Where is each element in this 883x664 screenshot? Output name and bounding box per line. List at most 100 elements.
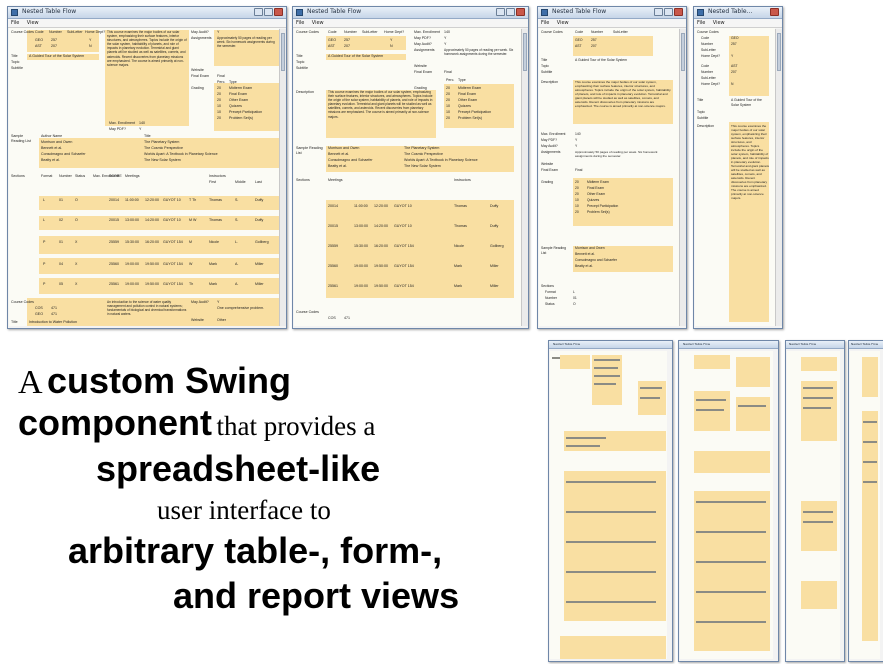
grading-perc[interactable]: 10 [575, 198, 579, 203]
window-titlebar[interactable]: Nested Table Flow [549, 341, 672, 349]
reading-author[interactable]: Beatty et al. [575, 264, 593, 269]
home-cell[interactable]: Y [390, 38, 392, 43]
section-last[interactable]: Miller [255, 282, 264, 287]
section-end[interactable]: 16:20:00 [374, 244, 388, 249]
title-cell[interactable]: A Guided Tour of the Solar System [575, 58, 627, 63]
section-first[interactable]: Thomas [454, 204, 467, 209]
max-enrollment-cell[interactable]: 140 [444, 30, 450, 35]
grading-perc[interactable]: 20 [575, 210, 579, 215]
maximize-icon[interactable] [506, 8, 515, 16]
code-cell[interactable]: COS [328, 316, 336, 321]
vertical-scrollbar[interactable] [279, 29, 286, 326]
section-middle[interactable]: A. [235, 282, 238, 287]
mini-table-thumbnail[interactable] [550, 351, 667, 659]
section-format[interactable]: P [43, 282, 45, 287]
section-first[interactable]: Thomas [209, 198, 222, 203]
menu-file[interactable]: File [541, 20, 549, 26]
section-place[interactable]: GUYOT 10 [163, 218, 181, 223]
maximize-icon[interactable] [664, 8, 673, 16]
reading-author[interactable]: Consolmagno and Schaefer [41, 152, 86, 157]
code-cell[interactable]: AST [731, 64, 738, 69]
home-cell[interactable]: Y [89, 38, 91, 43]
section-end[interactable]: 19:50:00 [374, 264, 388, 269]
section-last[interactable]: Duffy [255, 218, 263, 223]
reading-author[interactable]: Morrison and Owen [328, 146, 359, 151]
grading-type[interactable]: Problem Set(s) [587, 210, 610, 215]
reading-author[interactable]: Bennett et al. [328, 152, 349, 157]
number-cell[interactable]: 471 [51, 312, 57, 317]
section-score[interactable]: 25561 [328, 284, 338, 289]
reading-author[interactable]: Consolmagno and Schaefer [328, 158, 373, 163]
final-exam-cell[interactable]: Final [575, 168, 582, 173]
vertical-scrollbar[interactable] [679, 29, 686, 326]
assignments-cell[interactable]: Approximately 50 pages of reading per we… [217, 36, 277, 48]
window-titlebar[interactable]: Nested Table Flow [786, 341, 844, 349]
grading-perc[interactable]: 20 [446, 86, 450, 91]
reading-author[interactable]: Morrison and Owen [575, 246, 605, 251]
menu-file[interactable]: File [697, 20, 705, 26]
section-format[interactable]: P [43, 240, 45, 245]
section-place[interactable]: GUYOT 154 [163, 240, 183, 245]
vertical-scrollbar[interactable] [521, 29, 528, 326]
section-score[interactable]: 20015 [328, 224, 338, 229]
section-number[interactable]: 02 [59, 218, 63, 223]
close-icon[interactable] [674, 8, 683, 16]
section-middle[interactable]: L. [235, 240, 238, 245]
section-first[interactable]: Nicole [454, 244, 464, 249]
section-time[interactable]: 19:00:00 [354, 284, 368, 289]
section-score[interactable]: 25559 [328, 244, 338, 249]
section-days[interactable]: Th [189, 282, 193, 287]
section-status[interactable]: O [573, 302, 576, 307]
grading-type[interactable]: Problem Set(s) [458, 116, 482, 121]
reading-title[interactable]: The Planetary System [404, 146, 439, 151]
section-time[interactable]: 19:00:00 [354, 264, 368, 269]
section-status[interactable]: X [75, 262, 77, 267]
section-time[interactable]: 19:00:00 [125, 282, 139, 287]
section-format[interactable]: P [43, 262, 45, 267]
section-score[interactable]: 25560 [328, 264, 338, 269]
window-titlebar[interactable]: Nested Table Flow [849, 341, 883, 349]
grading-type[interactable]: Midterm Exam [229, 86, 252, 91]
section-middle[interactable]: S. [235, 198, 238, 203]
grading-type[interactable]: Precept Participation [229, 110, 262, 115]
code-cell[interactable]: COS [35, 306, 43, 311]
code-cell[interactable]: GEO [328, 38, 336, 43]
description-cell[interactable]: This course examines the major bodies of… [328, 90, 434, 119]
section-time[interactable]: 11:00:00 [354, 204, 368, 209]
section-first[interactable]: Thomas [454, 224, 467, 229]
section-end[interactable]: 19:50:00 [145, 262, 159, 267]
home-cell[interactable]: N [390, 44, 393, 49]
grading-type[interactable]: Quizzes [587, 198, 599, 203]
assignments-cell[interactable]: One comprehensive problem. [217, 306, 264, 311]
section-time[interactable]: 13:00:00 [125, 218, 139, 223]
section-end[interactable]: 12:20:00 [145, 198, 159, 203]
final-exam-cell[interactable]: Other [217, 318, 226, 323]
grading-perc[interactable]: 20 [217, 116, 221, 121]
section-last[interactable]: Duffy [255, 198, 263, 203]
minimize-icon[interactable] [496, 8, 505, 16]
menu-view[interactable]: View [312, 20, 324, 26]
grading-perc[interactable]: 20 [446, 92, 450, 97]
section-number[interactable]: 05 [59, 282, 63, 287]
section-last[interactable]: Miller [490, 284, 499, 289]
section-place[interactable]: GUYOT 154 [163, 262, 183, 267]
code-cell[interactable]: GEO [731, 36, 739, 41]
section-status[interactable]: O [75, 198, 78, 203]
section-first[interactable]: Mark [454, 264, 462, 269]
close-icon[interactable] [516, 8, 525, 16]
grading-type[interactable]: Precept Participation [458, 110, 491, 115]
section-end[interactable]: 12:20:00 [374, 204, 388, 209]
number-cell[interactable]: 257 [51, 38, 57, 43]
description-cell[interactable]: This course examines the major bodies of… [731, 124, 769, 200]
section-status[interactable]: X [75, 282, 77, 287]
code-cell[interactable]: AST [575, 44, 582, 49]
assignments-cell[interactable]: Approximately 50 pages of reading per we… [575, 150, 671, 158]
may-pdf-cell[interactable]: Y [139, 127, 141, 132]
section-time[interactable]: 19:00:00 [125, 262, 139, 267]
section-end[interactable]: 19:50:00 [145, 282, 159, 287]
may-audit-cell[interactable]: Y [217, 300, 219, 305]
grading-type[interactable]: Final Exam [458, 92, 476, 97]
section-middle[interactable]: A. [235, 262, 238, 267]
grading-perc[interactable]: 20 [217, 92, 221, 97]
reading-title[interactable]: The Cosmic Perspective [144, 146, 183, 151]
